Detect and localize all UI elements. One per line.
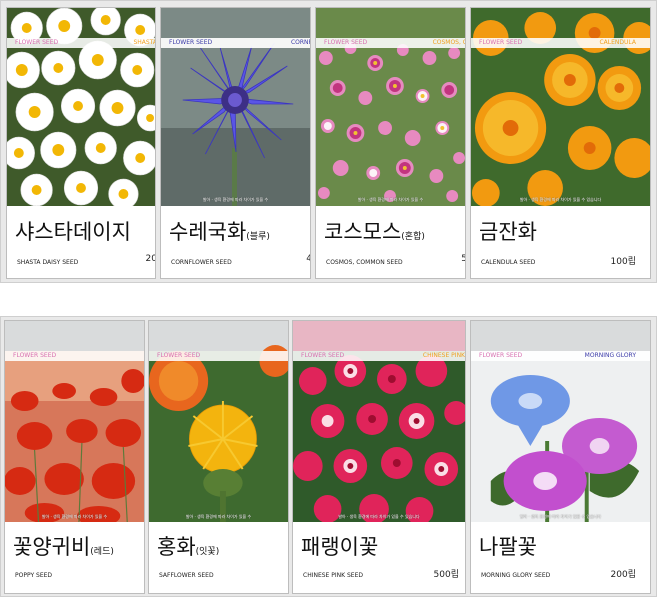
- seed-card-safflower[interactable]: FLOWER SEED 발아 · 생육 환경에 따라 차이가 있을 수 홍화(잇…: [148, 320, 289, 594]
- flower-seed-tag: FLOWER SEED: [301, 352, 345, 359]
- flower-seed-tag: FLOWER SEED: [169, 39, 213, 46]
- seed-card-cosmos[interactable]: FLOWER SEED COSMOS, C 발아 · 생육 환경에 따라 차이가…: [315, 7, 466, 279]
- card-header-bar: FLOWER SEED COSMOS, C: [316, 38, 465, 48]
- seed-card-cornflower[interactable]: FLOWER SEED CORNF 발아 · 생육 환경에 따라 차이가 있을 …: [160, 7, 311, 279]
- flower-seed-tag: FLOWER SEED: [324, 39, 368, 46]
- seed-quantity: 4: [306, 254, 310, 264]
- seed-card-morning-glory[interactable]: FLOWER SEED MORNING GLORY 발아 · 생육 환경에 따라…: [470, 320, 651, 594]
- card-header-bar: FLOWER SEED MORNING GLORY: [471, 351, 650, 361]
- korean-flower-name: 수레국화(블루): [169, 220, 270, 244]
- germination-notice: 발아 · 생육 환경에 따라 차이가 있을 수 있습니다: [519, 514, 602, 519]
- english-seed-name: SHASTA DAISY SEED: [17, 259, 79, 266]
- flower-seed-tag: FLOWER SEED: [479, 352, 523, 359]
- flower-seed-tag: FLOWER SEED: [15, 39, 59, 46]
- card-header-bar: FLOWER SEED: [5, 351, 144, 361]
- english-seed-name: CORNFLOWER SEED: [171, 259, 232, 266]
- flower-seed-tag: FLOWER SEED: [13, 352, 57, 359]
- korean-flower-name: 금잔화: [479, 220, 537, 244]
- seed-quantity: 100립: [610, 257, 636, 267]
- english-name-tag: CHINESE PINK: [422, 352, 465, 359]
- seed-row-bottom: FLOWER SEED 발아 · 생육 환경에 따라 차이가 있을 수 꽃양귀비…: [0, 316, 657, 597]
- seed-card-chinese-pink[interactable]: FLOWER SEED CHINESE PINK 발아 · 생육 환경에 따라 …: [292, 320, 466, 594]
- germination-notice: 발아 · 생육 환경에 따라 차이가 있을 수: [357, 197, 424, 202]
- english-name-tag: SHASTA: [133, 39, 155, 46]
- card-header-bar: FLOWER SEED: [149, 351, 288, 361]
- korean-flower-name: 코스모스(혼합): [324, 220, 425, 244]
- korean-flower-name: 꽃양귀비(레드): [13, 535, 114, 559]
- english-seed-name: POPPY SEED: [15, 572, 53, 579]
- english-seed-name: COSMOS, COMMON SEED: [326, 259, 403, 266]
- korean-flower-name: 패랭이꽃: [301, 535, 379, 559]
- korean-flower-name: 샤스타데이지: [15, 220, 131, 244]
- seed-card-poppy[interactable]: FLOWER SEED 발아 · 생육 환경에 따라 차이가 있을 수 꽃양귀비…: [4, 320, 145, 594]
- card-header-bar: FLOWER SEED CORNF: [161, 38, 310, 48]
- card-header-bar: FLOWER SEED SHASTA: [7, 38, 155, 48]
- germination-notice: 발아 · 생육 환경에 따라 차이가 있을 수 있습니다: [338, 514, 420, 519]
- seed-quantity: 5: [461, 254, 465, 264]
- seed-quantity: 20: [145, 254, 156, 264]
- english-seed-name: CHINESE PINK SEED: [303, 572, 363, 579]
- english-name-tag: CALENDULA: [599, 39, 636, 46]
- english-name-tag: CORNF: [290, 39, 310, 46]
- germination-notice: 발아 · 생육 환경에 따라 차이가 있을 수 있습니다: [519, 197, 602, 202]
- seed-row-top: FLOWER SEED SHASTA 샤스타데이지 SHASTA DAISY S…: [0, 0, 657, 283]
- seed-quantity: 200립: [610, 570, 636, 580]
- english-name-tag: COSMOS, C: [432, 39, 465, 46]
- germination-notice: 발아 · 생육 환경에 따라 차이가 있을 수: [185, 514, 252, 519]
- seed-card-shasta-daisy[interactable]: FLOWER SEED SHASTA 샤스타데이지 SHASTA DAISY S…: [6, 7, 156, 279]
- english-name-tag: MORNING GLORY: [584, 352, 636, 359]
- germination-notice: 발아 · 생육 환경에 따라 차이가 있을 수: [202, 197, 269, 202]
- english-seed-name: CALENDULA SEED: [481, 259, 536, 266]
- english-seed-name: SAFFLOWER SEED: [159, 572, 214, 579]
- flower-seed-tag: FLOWER SEED: [479, 39, 523, 46]
- germination-notice: 발아 · 생육 환경에 따라 차이가 있을 수: [41, 514, 108, 519]
- seed-quantity: 500립: [433, 570, 459, 580]
- flower-seed-tag: FLOWER SEED: [157, 352, 201, 359]
- card-header-bar: FLOWER SEED CHINESE PINK: [293, 351, 465, 361]
- english-seed-name: MORNING GLORY SEED: [481, 572, 551, 579]
- korean-flower-name: 홍화(잇꽃): [157, 535, 220, 559]
- seed-card-calendula[interactable]: FLOWER SEED CALENDULA 발아 · 생육 환경에 따라 차이가…: [470, 7, 651, 279]
- korean-flower-name: 나팔꽃: [479, 535, 537, 559]
- card-header-bar: FLOWER SEED CALENDULA: [471, 38, 650, 48]
